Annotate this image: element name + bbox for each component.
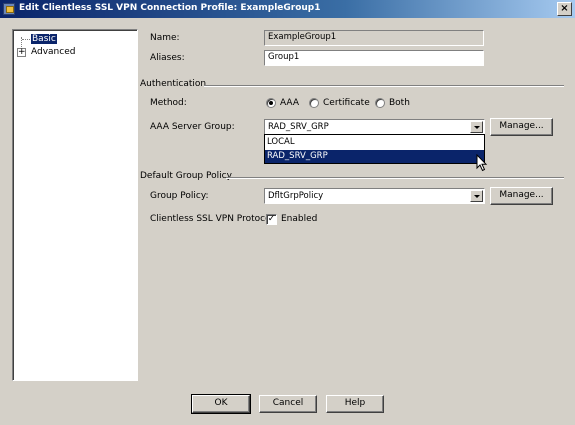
window-title: Edit Clientless SSL VPN Connection Profi… (19, 3, 321, 13)
aaa-server-group-dropdown: LOCAL RAD_SRV_GRP (264, 134, 485, 164)
aaa-manage-button[interactable]: Manage... (490, 118, 553, 136)
dialog-window: Edit Clientless SSL VPN Connection Profi… (0, 0, 575, 425)
tree-connector-line (22, 39, 30, 40)
aaa-server-group-label: AAA Server Group: (150, 122, 235, 132)
authentication-group-title: Authentication (140, 79, 210, 90)
title-bar: Edit Clientless SSL VPN Connection Profi… (0, 0, 575, 18)
app-icon (3, 3, 15, 15)
group-divider (226, 177, 564, 179)
tree-item-basic[interactable]: Basic (31, 34, 57, 44)
method-aaa-radio[interactable] (266, 98, 276, 108)
group-policy-value: DfltGrpPolicy (268, 191, 324, 201)
aliases-input[interactable]: Group1 (264, 50, 484, 66)
tree-expand-icon[interactable]: + (17, 48, 26, 57)
protocol-enabled-checkbox[interactable]: ✓ (266, 214, 277, 225)
default-group-policy-title: Default Group Policy (140, 171, 235, 182)
name-label: Name: (150, 33, 180, 43)
method-certificate-radio[interactable] (309, 98, 319, 108)
method-both-label: Both (389, 98, 410, 108)
name-field: ExampleGroup1 (264, 30, 484, 46)
method-aaa-label: AAA (280, 98, 299, 108)
help-button[interactable]: Help (326, 395, 384, 413)
chevron-down-icon[interactable] (470, 121, 483, 133)
method-certificate-label: Certificate (323, 98, 370, 108)
chevron-down-icon[interactable] (470, 190, 483, 202)
protocol-enabled-label: Enabled (281, 214, 318, 224)
dropdown-option-local[interactable]: LOCAL (265, 136, 484, 149)
ok-button[interactable]: OK (191, 394, 251, 414)
dropdown-option-rad-srv-grp[interactable]: RAD_SRV_GRP (265, 150, 484, 163)
group-divider (204, 85, 564, 87)
group-policy-select[interactable]: DfltGrpPolicy (264, 188, 485, 204)
tree-item-advanced[interactable]: Advanced (31, 47, 75, 57)
mouse-cursor-icon (476, 154, 488, 172)
navigation-tree: Basic + Advanced (12, 29, 138, 381)
group-policy-label: Group Policy: (150, 191, 209, 201)
clientless-protocol-label: Clientless SSL VPN Protocol: (150, 214, 277, 224)
cancel-button[interactable]: Cancel (259, 395, 317, 413)
group-policy-manage-button[interactable]: Manage... (490, 187, 553, 205)
aaa-server-group-value: RAD_SRV_GRP (268, 122, 329, 132)
close-button[interactable]: × (557, 2, 572, 16)
aliases-label: Aliases: (150, 53, 185, 63)
method-both-radio[interactable] (375, 98, 385, 108)
method-label: Method: (150, 98, 187, 108)
aaa-server-group-select[interactable]: RAD_SRV_GRP (264, 119, 485, 135)
